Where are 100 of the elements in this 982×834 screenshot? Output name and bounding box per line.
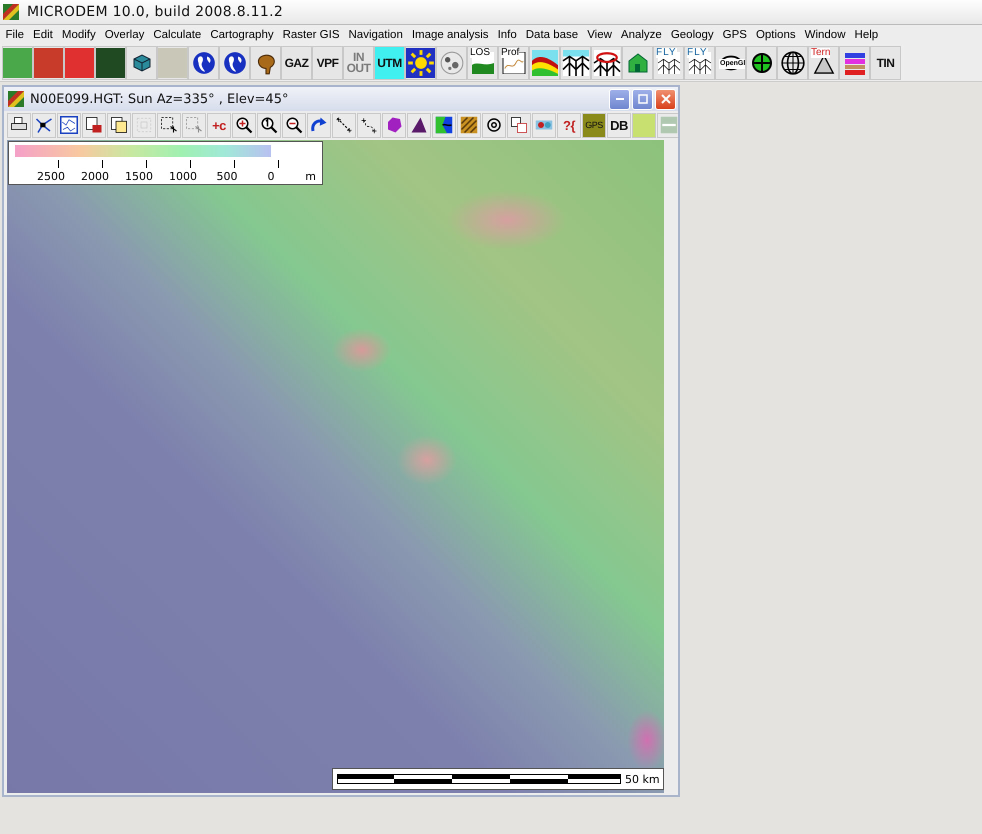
menu-item[interactable]: Edit	[28, 29, 58, 41]
window-title: N00E099.HGT: Sun Az=335° , Elev=45°	[30, 92, 290, 106]
window-title: MICRODEM 10.0, build 2008.8.11.2	[27, 4, 284, 20]
menu-item[interactable]: Info	[493, 29, 522, 41]
legend-label: 500	[216, 171, 238, 183]
toolbar-button[interactable]: FLY	[653, 46, 684, 80]
toolbar-button[interactable]	[405, 46, 436, 80]
copy-icon	[110, 116, 128, 134]
moon-icon	[438, 50, 464, 76]
toolbar-button[interactable]	[257, 112, 281, 138]
house-icon	[626, 51, 650, 75]
map-thumbnail-icon	[34, 48, 63, 78]
legend-label: 2000	[81, 171, 109, 183]
toolbar-button[interactable]	[95, 46, 126, 80]
menu-item[interactable]: Window	[800, 29, 850, 41]
toolbar-button[interactable]	[307, 112, 331, 138]
toolbar-button[interactable]	[126, 46, 157, 80]
app-icon	[3, 4, 19, 20]
toolbar-button[interactable]	[332, 112, 356, 138]
minimize-icon	[616, 98, 624, 100]
maximize-button[interactable]	[632, 88, 653, 110]
menu-item[interactable]: GPS	[718, 29, 752, 41]
map-thumbnail-icon	[65, 48, 94, 78]
icon-label: Prof	[501, 48, 520, 58]
toolbar-button[interactable]	[157, 112, 181, 138]
legend-unit: m	[305, 171, 316, 183]
toolbar-button[interactable]: Prof	[498, 46, 529, 80]
legend-label: 2500	[37, 171, 65, 183]
toolbar-button[interactable]	[250, 46, 281, 80]
menu-item[interactable]: File	[1, 29, 29, 41]
toolbar-button[interactable]: Tern	[808, 46, 839, 80]
app-icon	[8, 91, 24, 107]
redo-arrow-icon	[310, 116, 328, 134]
toolbar-button[interactable]	[232, 112, 256, 138]
line-tool-icon	[335, 116, 353, 134]
toolbar-button[interactable]	[107, 112, 131, 138]
icon-label: LOS	[470, 48, 490, 58]
toolbar-button[interactable]	[432, 112, 456, 138]
map-thumbnail-icon	[96, 48, 125, 78]
wireframe-globe-icon	[780, 50, 806, 76]
toolbar-button[interactable]	[507, 112, 531, 138]
menu-item[interactable]: Navigation	[344, 29, 408, 41]
terrain-mesh-icon	[592, 50, 621, 76]
map-thumbnail-icon	[633, 114, 655, 136]
frame-icon	[135, 116, 153, 134]
toolbar-button[interactable]	[457, 112, 481, 138]
toolbar-button[interactable]	[407, 112, 431, 138]
menu-item[interactable]: Image analysis	[407, 29, 494, 41]
menu-item[interactable]: Geology	[666, 29, 718, 41]
menu-item[interactable]: Overlay	[100, 29, 149, 41]
hill-icon	[409, 116, 429, 134]
zoom-in-icon	[235, 116, 253, 134]
color-map-icon	[435, 116, 453, 134]
toolbar-button[interactable]	[7, 112, 31, 138]
menu-item[interactable]: Data base	[521, 29, 583, 41]
close-button[interactable]	[655, 88, 676, 110]
toolbar-button[interactable]	[357, 112, 381, 138]
menu-item[interactable]: Analyze	[616, 29, 666, 41]
shaded-relief-map[interactable]: 2500 2000 1500 1000 500 0 m 50 km	[7, 140, 664, 793]
terrain-mesh-icon	[561, 50, 590, 76]
toolbar-button[interactable]	[482, 112, 506, 138]
toolbar-button[interactable]: UTM	[374, 46, 405, 80]
toolbar-button[interactable]	[32, 112, 56, 138]
legend-label: 0	[268, 171, 274, 183]
toolbar-button[interactable]: FLY	[684, 46, 715, 80]
toolbar-button[interactable]	[57, 112, 81, 138]
sun-icon	[406, 48, 435, 78]
menu-item[interactable]: Raster GIS	[278, 29, 344, 41]
menu-item[interactable]: Help	[850, 29, 883, 41]
menu-item[interactable]: Options	[751, 29, 800, 41]
toolbar-button[interactable]: DB	[607, 112, 631, 138]
icon-label: Tern	[811, 48, 830, 58]
toolbar-button[interactable]	[282, 112, 306, 138]
toolbar-button[interactable]: GPS	[582, 112, 606, 138]
toolbar-button[interactable]: LOS	[467, 46, 498, 80]
minimize-button[interactable]	[609, 88, 630, 110]
globe-icon	[190, 50, 216, 76]
menu-item[interactable]: Modify	[57, 29, 100, 41]
toolbar-button[interactable]	[746, 46, 777, 80]
toolbar-button[interactable]: VPF	[312, 46, 343, 80]
toolbar-button[interactable]	[777, 46, 808, 80]
icon-label: FLY	[687, 48, 708, 58]
menu-item[interactable]: Cartography	[206, 29, 278, 41]
toolbar-button[interactable]: TIN	[870, 46, 901, 80]
rock-layers-icon	[530, 50, 559, 76]
toolbar-button[interactable]	[560, 46, 591, 80]
toolbar-button[interactable]: GAZ	[281, 46, 312, 80]
toolbar-button[interactable]	[591, 46, 622, 80]
legend-label: 1000	[169, 171, 197, 183]
zoom-out-icon	[285, 116, 303, 134]
path-tool-icon	[360, 116, 378, 134]
toolbar-button[interactable]: ?{	[557, 112, 581, 138]
menu-item[interactable]: View	[582, 29, 616, 41]
toolbar-button[interactable]	[188, 46, 219, 80]
toolbar-button[interactable]: +c	[207, 112, 231, 138]
toolbar-button[interactable]	[82, 112, 106, 138]
toolbar-button[interactable]	[219, 46, 250, 80]
zoom-reset-icon	[260, 116, 278, 134]
menu-item[interactable]: Calculate	[148, 29, 206, 41]
crosshair-icon	[750, 51, 774, 75]
